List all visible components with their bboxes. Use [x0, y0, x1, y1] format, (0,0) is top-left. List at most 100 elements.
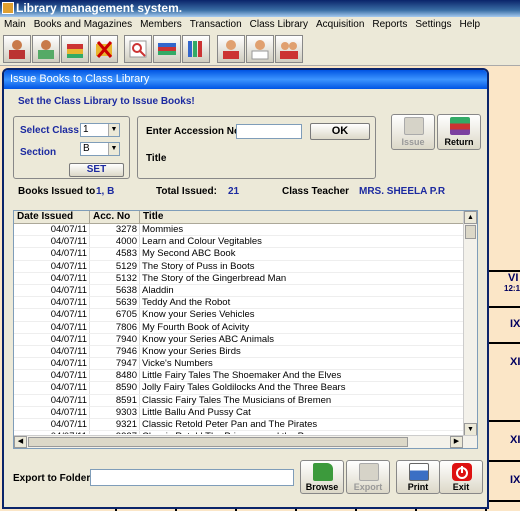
cell-acc-no: 7940: [90, 333, 140, 345]
cell-date-issued: 04/07/11: [14, 224, 90, 236]
column-title[interactable]: Title: [140, 211, 477, 223]
export-label: Export to Folder:: [13, 473, 94, 484]
vertical-scrollbar[interactable]: ▲ ▼: [463, 211, 477, 436]
table-row[interactable]: 04/07/11 8590 Jolly Fairy Tales Goldilocks…: [14, 382, 477, 395]
cell-date-issued: 04/07/11: [14, 419, 90, 431]
cell-title: My Fourth Book of Acivity: [142, 321, 250, 333]
issue-book-icon[interactable]: [3, 35, 31, 63]
menu-transaction[interactable]: Transaction: [186, 17, 246, 32]
table-row[interactable]: 04/07/11 5132 The Story of the Gingerbread…: [14, 272, 477, 285]
search-icon[interactable]: [124, 35, 152, 63]
set-button[interactable]: SET: [69, 163, 124, 177]
menu-books-and-magazines[interactable]: Books and Magazines: [30, 17, 136, 32]
group-icon[interactable]: [275, 35, 303, 63]
table-body: 04/07/11 3278 Mommies 04/07/11 4000 Learn and…: [14, 224, 477, 434]
cell-acc-no: 5132: [90, 272, 140, 284]
table-row[interactable]: 04/07/11 7947 Vicke's Numbers: [14, 358, 477, 371]
table-row[interactable]: 04/07/11 6705 Know your Series Vehicles: [14, 309, 477, 322]
delete-book-icon[interactable]: [90, 35, 118, 63]
accession-group: Enter Accession No. OK Title: [137, 116, 376, 179]
cell-date-issued: 04/07/11: [14, 321, 90, 333]
export-button[interactable]: Export: [346, 460, 390, 494]
menu-settings[interactable]: Settings: [411, 17, 455, 32]
folder-icon: [313, 463, 333, 481]
app-title: Library management system.: [16, 1, 183, 15]
return-button[interactable]: Return: [437, 114, 481, 150]
cell-title: Classic Fairy Tales The Musicians of Bre…: [142, 394, 332, 406]
table-row[interactable]: 04/07/11 5129 The Story of Puss in Boots: [14, 260, 477, 273]
accession-label: Enter Accession No.: [146, 126, 243, 137]
issue-button[interactable]: Issue: [391, 114, 435, 150]
return-book-icon[interactable]: [32, 35, 60, 63]
menu-help[interactable]: Help: [456, 17, 485, 32]
cell-acc-no: 8591: [90, 394, 140, 406]
scroll-thumb[interactable]: [465, 225, 476, 239]
printer-icon: [409, 463, 429, 481]
print-button[interactable]: Print: [396, 460, 440, 494]
cell-acc-no: 9321: [90, 419, 140, 431]
menu-acquisition[interactable]: Acquisition: [312, 17, 368, 32]
books-icon[interactable]: [61, 35, 89, 63]
cell-acc-no: 9303: [90, 406, 140, 418]
class-teacher-value: MRS. SHEELA P.R: [359, 186, 446, 197]
book-stack-icon[interactable]: [153, 35, 181, 63]
cell-acc-no: 3278: [90, 224, 140, 236]
chevron-down-icon: ▼: [108, 143, 119, 155]
member-icon[interactable]: [217, 35, 245, 63]
scroll-left-icon[interactable]: ◀: [14, 436, 27, 448]
dialog-heading: Set the Class Library to Issue Books!: [18, 96, 195, 107]
menu-members[interactable]: Members: [136, 17, 186, 32]
table-row[interactable]: 04/07/11 3278 Mommies: [14, 224, 477, 237]
scroll-thumb-horizontal[interactable]: [28, 437, 408, 447]
table-row[interactable]: 04/07/11 7946 Know your Series Birds: [14, 345, 477, 359]
menu-main[interactable]: Main: [0, 17, 30, 32]
table-row[interactable]: 04/07/11 8591 Classic Fairy Tales The Musi…: [14, 394, 477, 407]
menu-bar: Main Books and Magazines Members Transac…: [0, 17, 520, 32]
books-issued-value: 1, B: [96, 186, 115, 197]
export-folder-input[interactable]: [90, 469, 294, 486]
scroll-right-icon[interactable]: ▶: [450, 436, 463, 448]
cell-title: Mommies: [142, 224, 184, 235]
shelf-icon[interactable]: [182, 35, 210, 63]
cell-title: Know your Series Birds: [142, 345, 241, 357]
table-row[interactable]: 04/07/11 7940 Know your Series ABC Animals: [14, 333, 477, 346]
cell-title: Teddy And the Robot: [142, 297, 231, 309]
table-row[interactable]: 04/07/119327Classic Retold The Princess …: [14, 431, 477, 434]
table-row[interactable]: 04/07/11 8480 Little Fairy Tales The Shoem…: [14, 370, 477, 383]
table-row[interactable]: 04/07/11 7806 My Fourth Book of Acivity: [14, 321, 477, 334]
cell-title: Aladdin: [142, 284, 174, 296]
cell-title: Jolly Fairy Tales Goldilocks And the Thr…: [142, 382, 346, 394]
cell-acc-no: 7806: [90, 321, 140, 333]
menu-reports[interactable]: Reports: [368, 17, 411, 32]
table-row[interactable]: 04/07/11 9303 Little Ballu And Pussy Cat: [14, 406, 477, 419]
cell-date-issued: 04/07/11: [14, 309, 90, 321]
exit-button[interactable]: Exit: [439, 460, 483, 494]
return-book-icon: [450, 117, 470, 135]
total-issued-label: Total Issued:: [156, 186, 217, 197]
scroll-up-icon[interactable]: ▲: [464, 211, 477, 224]
ok-button[interactable]: OK: [310, 123, 370, 140]
background-cell: XI: [486, 420, 520, 460]
column-date-issued[interactable]: Date Issued: [14, 211, 90, 223]
cell-acc-no: 5638: [90, 284, 140, 297]
cell-acc-no: 4000: [90, 236, 140, 248]
cell-title: Little Fairy Tales The Shoemaker And the…: [142, 370, 342, 382]
cell-date-issued: 04/07/11: [14, 260, 90, 272]
horizontal-scrollbar[interactable]: ◀ ▶: [14, 435, 477, 448]
table-row[interactable]: 04/07/11 5638 Aladdin: [14, 284, 477, 298]
table-row[interactable]: 04/07/11 9321 Classic Retold Peter Pan and…: [14, 419, 477, 432]
table-row[interactable]: 04/07/11 4583 My Second ABC Book: [14, 248, 477, 261]
background-cell: IX: [486, 460, 520, 500]
select-class-dropdown[interactable]: 1 ▼: [80, 123, 120, 137]
teacher-icon[interactable]: [246, 35, 274, 63]
column-acc-no[interactable]: Acc. No: [90, 211, 140, 223]
cell-date-issued: 04/07/11: [14, 297, 90, 309]
cell-title: Learn and Colour Vegitables: [142, 236, 262, 248]
section-dropdown[interactable]: B ▼: [80, 142, 120, 156]
table-row[interactable]: 04/07/11 5639 Teddy And the Robot: [14, 297, 477, 310]
table-row[interactable]: 04/07/11 4000 Learn and Colour Vegitables: [14, 236, 477, 249]
cell-acc-no: 9327: [90, 431, 140, 434]
menu-class-library[interactable]: Class Library: [246, 17, 312, 32]
browse-button[interactable]: Browse: [300, 460, 344, 494]
accession-input[interactable]: [236, 124, 302, 139]
